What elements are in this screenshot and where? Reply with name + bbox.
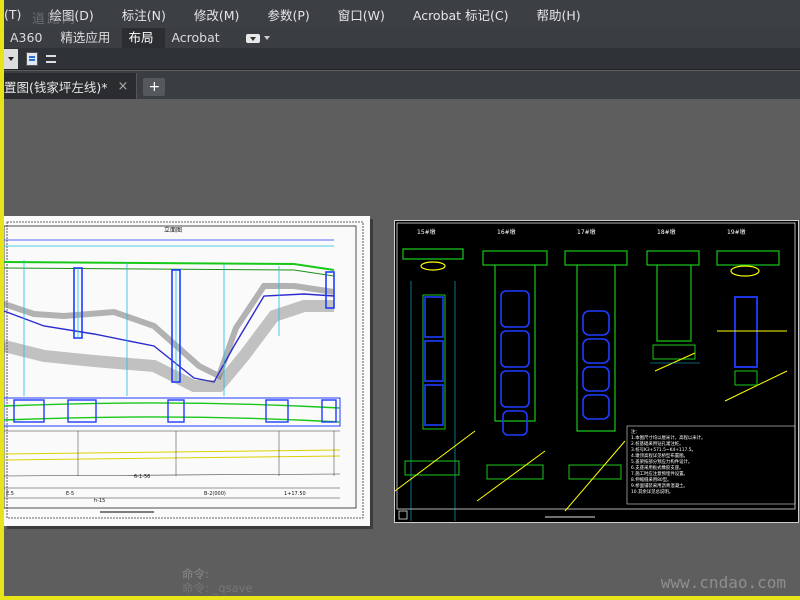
pier-label-18: 18#墩 (657, 228, 676, 236)
note-10: 10.其余详见总说明。 (631, 488, 673, 495)
watermark-bottom-right: www.cndao.com (660, 573, 786, 592)
pier-15-detail (394, 248, 476, 521)
label-grade: 6-1-56 (134, 474, 150, 480)
note-7: 7.施工时应注意预埋件设置。 (631, 470, 688, 477)
ribbon-toggle-button[interactable] (245, 33, 270, 43)
pier-label-15: 15#墩 (417, 228, 436, 236)
note-6: 6.支座采用板式橡胶支座。 (631, 464, 684, 471)
pier-label-19: 19#墩 (727, 228, 746, 236)
file-tab-bar: 置图(钱家坪左线)* × + (4, 71, 800, 99)
tab-a360[interactable]: A360 (4, 28, 54, 48)
quick-access-strip (4, 48, 800, 70)
command-line[interactable]: 命令: 命令: _qsave (182, 567, 253, 595)
document-icon[interactable] (26, 51, 38, 66)
command-last: 命令: _qsave (182, 581, 253, 595)
tab-featured-apps[interactable]: 精选应用 (54, 28, 122, 48)
pier-16-detail (476, 250, 548, 502)
note-4: 4.墩顶高程详见桥型布置图。 (631, 452, 688, 459)
pier-drawing: 15#墩 16#墩 17#墩 18#墩 19#墩 注： 1.本图尺寸均以厘米计，… (394, 222, 796, 521)
menu-bar: (T) 绘图(D) 标注(N) 修改(M) 参数(P) 窗口(W) Acroba… (4, 0, 800, 28)
note-9: 9.桥面铺装采用沥青混凝土。 (631, 482, 688, 489)
plus-icon: + (148, 79, 161, 95)
menu-acrobat-markup[interactable]: Acrobat 标记(C) (399, 5, 523, 24)
file-tab-active[interactable]: 置图(钱家坪左线)* × (4, 73, 138, 99)
note-2: 2.桩基础采用钻孔灌注桩。 (631, 440, 684, 447)
drawing-canvas[interactable]: 立面图 E.5 E-5 6-1-56 h-15 B-2(000) 1+17.50… (4, 99, 800, 596)
layout-sheet-piers[interactable]: 15#墩 16#墩 17#墩 18#墩 19#墩 注： 1.本图尺寸均以厘米计，… (394, 220, 799, 523)
label-h15: h-15 (94, 498, 105, 504)
note-5: 5.盖梁按部分预应力构件设计。 (631, 458, 692, 465)
ucs-icon (398, 510, 408, 520)
notes-block: 注： 1.本图尺寸均以厘米计，高程以米计。 2.桩基础采用钻孔灌注桩。 3.桩号… (631, 428, 705, 495)
close-icon[interactable]: × (118, 79, 129, 94)
drawing-title: 立面图 (164, 226, 182, 234)
pier-label-16: 16#墩 (497, 228, 516, 236)
pier-1 (73, 267, 83, 339)
ribbon-toggle-icon (245, 33, 260, 43)
menu-window[interactable]: 窗口(W) (324, 5, 399, 24)
menu-help[interactable]: 帮助(H) (523, 5, 595, 24)
note-8: 8.伸缩缝采用80型。 (631, 476, 672, 483)
lines-menu-icon (46, 54, 56, 63)
note-3: 3.桩号K3+571.5~K4+117.5。 (631, 446, 696, 453)
command-history: 命令: (182, 567, 209, 581)
label-e5b: E-5 (66, 491, 74, 497)
note-1: 1.本图尺寸均以厘米计，高程以米计。 (631, 434, 705, 441)
pier-17-detail (564, 250, 628, 512)
elevation-drawing: 立面图 E.5 E-5 6-1-56 h-15 B-2(000) 1+17.50 (4, 221, 364, 519)
label-b2: B-2(000) (204, 491, 226, 497)
ribbon-tab-bar: A360 精选应用 布局 Acrobat (4, 28, 800, 48)
application-window: (T) 绘图(D) 标注(N) 修改(M) 参数(P) 窗口(W) Acroba… (4, 0, 800, 596)
new-tab-button[interactable]: + (143, 78, 166, 96)
label-station: 1+17.50 (284, 491, 306, 497)
menu-tools[interactable]: (T) (4, 7, 35, 22)
watermark-top-left: 道路网 (32, 12, 78, 27)
pier-18-detail (646, 250, 700, 372)
tab-acrobat[interactable]: Acrobat (165, 28, 231, 48)
menu-dimension[interactable]: 标注(N) (108, 5, 180, 24)
menu-parametric[interactable]: 参数(P) (253, 5, 323, 24)
tab-layout[interactable]: 布局 (122, 28, 166, 48)
file-tab-label: 置图(钱家坪左线)* (4, 79, 108, 95)
label-e5a: E.5 (6, 491, 14, 497)
panel-dropdown-button[interactable] (4, 48, 18, 69)
lines-menu-button[interactable] (46, 54, 56, 63)
dropdown-caret-icon (8, 56, 14, 61)
pier-label-17: 17#墩 (577, 228, 596, 236)
dropdown-caret-icon (263, 36, 270, 40)
pier-19-detail (716, 250, 788, 402)
menu-modify[interactable]: 修改(M) (180, 5, 254, 24)
layout-sheet-elevation[interactable]: 立面图 E.5 E-5 6-1-56 h-15 B-2(000) 1+17.50 (4, 216, 370, 526)
note-0: 注： (631, 428, 640, 435)
